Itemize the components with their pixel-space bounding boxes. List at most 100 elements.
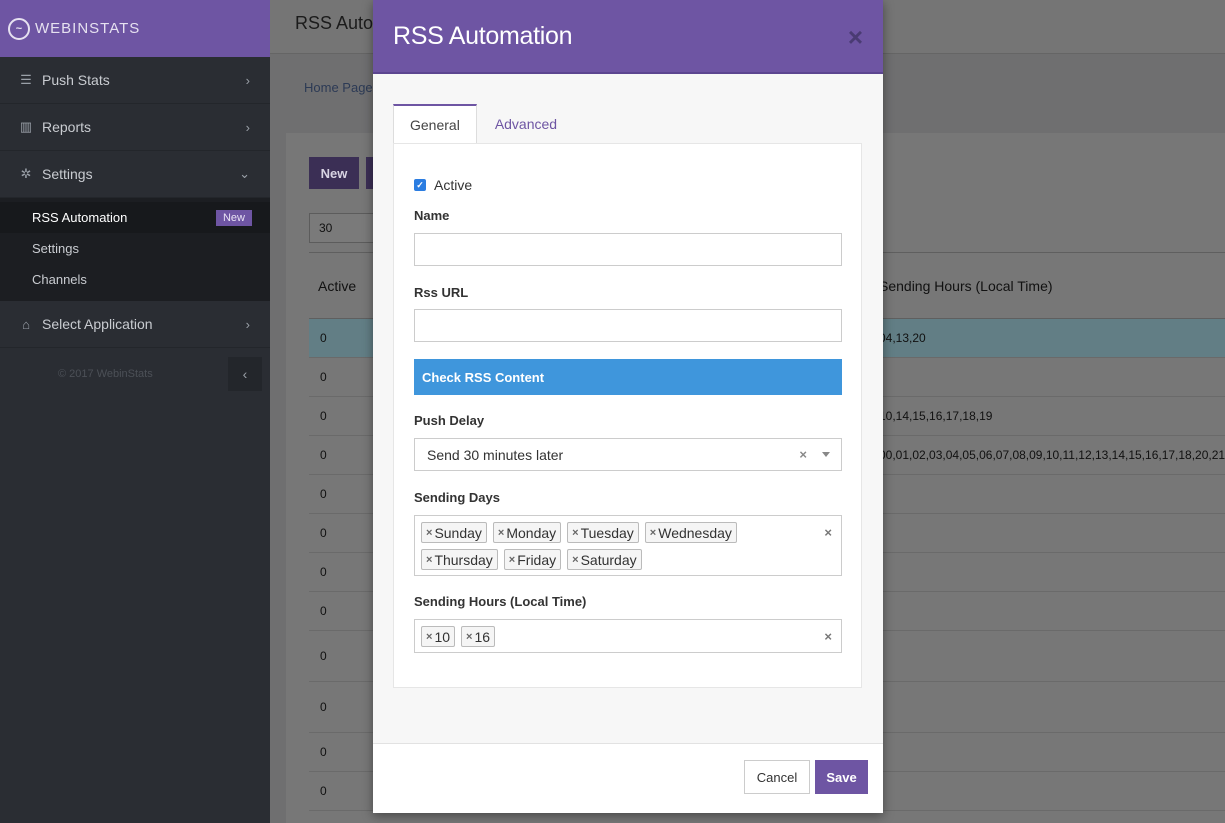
name-input[interactable] (414, 233, 842, 266)
caret-down-icon[interactable] (822, 452, 830, 457)
brand-logo-icon: ~ (8, 17, 30, 40)
remove-tag-icon[interactable]: × (426, 554, 432, 566)
save-button[interactable]: Save (815, 760, 868, 794)
sidebar: ~ WEBINSTATS ☰ Push Stats › ▥ Reports › … (0, 0, 270, 823)
cell-active: 0 (320, 370, 327, 384)
chevron-left-icon: ‹ (242, 366, 248, 382)
rss-url-input[interactable] (414, 309, 842, 342)
remove-tag-icon[interactable]: × (572, 527, 578, 539)
sending-hours-label: Sending Hours (Local Time) (414, 594, 587, 609)
copyright-row: © 2017 WebinStats ‹ (0, 354, 270, 394)
sidebar-item-reports[interactable]: ▥ Reports › (0, 104, 270, 151)
col-header-sending-hours[interactable]: Sending Hours (Local Time) (879, 278, 1053, 294)
sidebar-item-label: Select Application (42, 316, 153, 332)
push-delay-value: Send 30 minutes later (427, 446, 564, 463)
remove-tag-icon[interactable]: × (509, 554, 515, 566)
tag-label: Sunday (434, 524, 482, 541)
tag-label: Tuesday (580, 524, 634, 541)
cell-hours: 00,01,02,03,04,05,06,07,08,09,10,11,12,1… (879, 448, 1225, 462)
cell-active: 0 (320, 448, 327, 462)
cell-active: 0 (320, 409, 327, 423)
cell-active: 0 (320, 526, 327, 540)
clear-icon[interactable]: × (799, 447, 807, 462)
tag-label: Friday (517, 551, 557, 568)
tag-label: Thursday (434, 551, 493, 568)
remove-tag-icon[interactable]: × (572, 554, 578, 566)
day-tag: × Wednesday (644, 522, 737, 543)
remove-tag-icon[interactable]: × (498, 527, 504, 539)
brand[interactable]: ~ WEBINSTATS (0, 0, 270, 57)
general-form: ✓ Active Name Rss URL Check RSS Content … (393, 143, 862, 688)
remove-tag-icon[interactable]: × (650, 527, 656, 539)
chevron-right-icon: › (245, 119, 250, 135)
chevron-right-icon: › (245, 316, 250, 332)
day-tag: × Monday (492, 522, 562, 543)
clear-icon[interactable]: × (824, 629, 832, 644)
close-icon[interactable]: × (848, 22, 863, 53)
list-icon: ☰ (20, 72, 32, 87)
remove-tag-icon[interactable]: × (426, 631, 432, 643)
push-delay-label: Push Delay (414, 413, 485, 428)
hour-tag: × 10 (421, 626, 456, 647)
sidebar-item-settings[interactable]: ✲ Settings ⌄ (0, 151, 270, 198)
sidebar-item-push-stats[interactable]: ☰ Push Stats › (0, 57, 270, 104)
remove-tag-icon[interactable]: × (466, 631, 472, 643)
active-checkbox[interactable]: ✓ (414, 179, 426, 191)
day-tag: × Saturday (567, 549, 642, 570)
home-icon: ⌂ (22, 316, 30, 332)
sidebar-subitem-rss-automation[interactable]: RSS Automation New (0, 202, 270, 233)
sidebar-item-label: Settings (42, 166, 93, 182)
modal-tabs: General Advanced (393, 104, 573, 143)
tab-general[interactable]: General (393, 104, 477, 143)
collapse-sidebar-button[interactable]: ‹ (228, 357, 262, 391)
day-tag: × Tuesday (567, 522, 639, 543)
name-label: Name (414, 208, 450, 223)
active-label: Active (434, 177, 473, 193)
cell-active: 0 (320, 331, 327, 345)
day-tag: × Sunday (421, 522, 487, 543)
sending-days-select[interactable]: × Sunday × Monday × Tuesday × Wednesday × Thu… (414, 515, 842, 576)
active-checkbox-row[interactable]: ✓ Active (414, 177, 472, 193)
cell-active: 0 (320, 649, 327, 663)
page-size-select[interactable]: 30 (309, 213, 379, 243)
cell-active: 0 (320, 700, 327, 714)
subitem-label: Channels (32, 272, 87, 287)
gear-icon: ✲ (20, 166, 32, 181)
copyright-text: © 2017 WebinStats (58, 368, 153, 380)
settings-submenu: RSS Automation New Settings Channels (0, 198, 270, 301)
sidebar-subitem-channels[interactable]: Channels (0, 264, 270, 295)
check-rss-content-button[interactable]: Check RSS Content (414, 359, 842, 395)
tag-label: 16 (474, 628, 491, 645)
brand-name: WEBINSTATS (35, 20, 141, 37)
sidebar-item-select-application[interactable]: ⌂ Select Application › (0, 301, 270, 348)
modal-footer: Cancel Save (373, 743, 883, 813)
day-tag: × Thursday (421, 549, 498, 570)
bar-chart-icon: ▥ (19, 119, 33, 134)
tag-label: 10 (434, 628, 451, 645)
rss-url-label: Rss URL (414, 285, 469, 300)
tag-label: Monday (506, 524, 557, 541)
sending-hours-select[interactable]: × 10 × 16 × (414, 619, 842, 653)
push-delay-select[interactable]: Send 30 minutes later × (414, 438, 842, 471)
new-badge: New (215, 209, 252, 226)
cell-active: 0 (320, 565, 327, 579)
sidebar-item-label: Reports (42, 119, 92, 135)
cell-active: 0 (320, 745, 327, 759)
modal-header: RSS Automation × (373, 0, 883, 74)
cell-active: 0 (320, 784, 327, 798)
remove-tag-icon[interactable]: × (426, 527, 432, 539)
tab-advanced[interactable]: Advanced (477, 104, 573, 143)
tag-label: Wednesday (658, 524, 732, 541)
chevron-down-icon: ⌄ (239, 166, 250, 181)
hour-tag: × 16 (461, 626, 496, 647)
day-tag: × Friday (503, 549, 562, 570)
breadcrumb[interactable]: Home Page (304, 80, 373, 95)
new-button[interactable]: New (309, 157, 359, 189)
subitem-label: Settings (32, 241, 79, 256)
clear-icon[interactable]: × (824, 525, 832, 540)
col-header-active[interactable]: Active (309, 278, 373, 294)
cancel-button[interactable]: Cancel (744, 760, 810, 794)
sidebar-subitem-settings[interactable]: Settings (0, 233, 270, 264)
sending-days-label: Sending Days (414, 490, 500, 505)
tag-label: Saturday (580, 551, 637, 568)
